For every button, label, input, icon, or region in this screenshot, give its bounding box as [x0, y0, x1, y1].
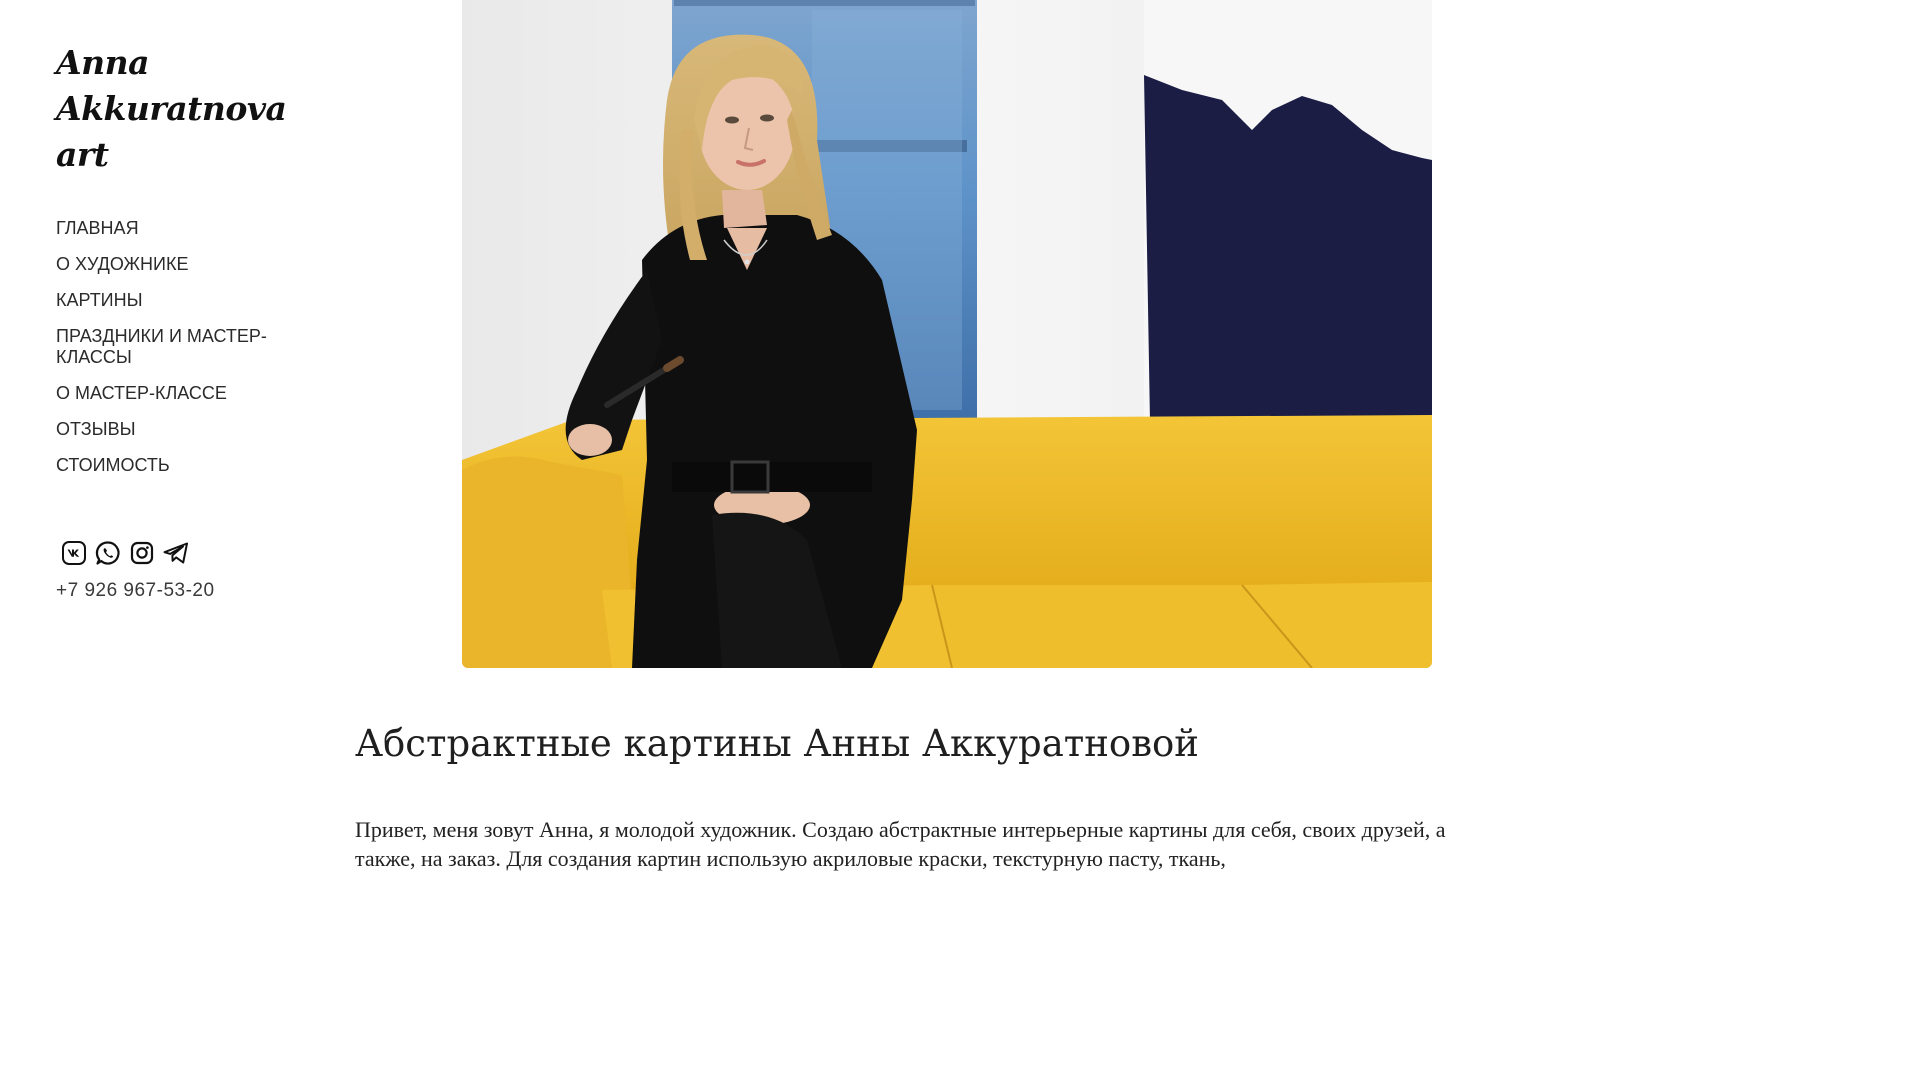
logo-line: art	[56, 135, 109, 174]
main-nav: ГЛАВНАЯ О ХУДОЖНИКЕ КАРТИНЫ ПРАЗДНИКИ И …	[56, 218, 316, 476]
intro-paragraph: Привет, меня зовут Анна, я молодой худож…	[355, 817, 1446, 871]
page: Anna Akkuratnova art ГЛАВНАЯ О ХУДОЖНИКЕ…	[0, 0, 1547, 882]
vk-icon[interactable]	[60, 539, 88, 567]
nav-item-about-artist[interactable]: О ХУДОЖНИКЕ	[56, 254, 271, 275]
logo-line: Anna	[56, 43, 149, 82]
nav-item-holidays-workshops[interactable]: ПРАЗДНИКИ И МАСТЕР-КЛАССЫ	[56, 326, 271, 368]
nav-item-paintings[interactable]: КАРТИНЫ	[56, 290, 271, 311]
logo-line: Akkuratnova	[56, 89, 287, 128]
phone-number[interactable]: +7 926 967-53-20	[56, 580, 316, 602]
instagram-icon[interactable]	[128, 539, 156, 567]
social-links	[56, 539, 316, 567]
nav-item-home[interactable]: ГЛАВНАЯ	[56, 218, 271, 239]
whatsapp-icon[interactable]	[94, 539, 122, 567]
nav-item-about-workshop[interactable]: О МАСТЕР-КЛАССЕ	[56, 383, 271, 404]
telegram-icon[interactable]	[162, 539, 190, 567]
hero-photo	[462, 0, 1432, 668]
nav-item-price[interactable]: СТОИМОСТЬ	[56, 455, 271, 476]
nav-item-reviews[interactable]: ОТЗЫВЫ	[56, 419, 271, 440]
site-logo[interactable]: Anna Akkuratnova art	[56, 40, 316, 178]
sidebar: Anna Akkuratnova art ГЛАВНАЯ О ХУДОЖНИКЕ…	[56, 40, 316, 602]
page-title: Абстрактные картины Анны Аккуратновой	[355, 722, 1199, 765]
